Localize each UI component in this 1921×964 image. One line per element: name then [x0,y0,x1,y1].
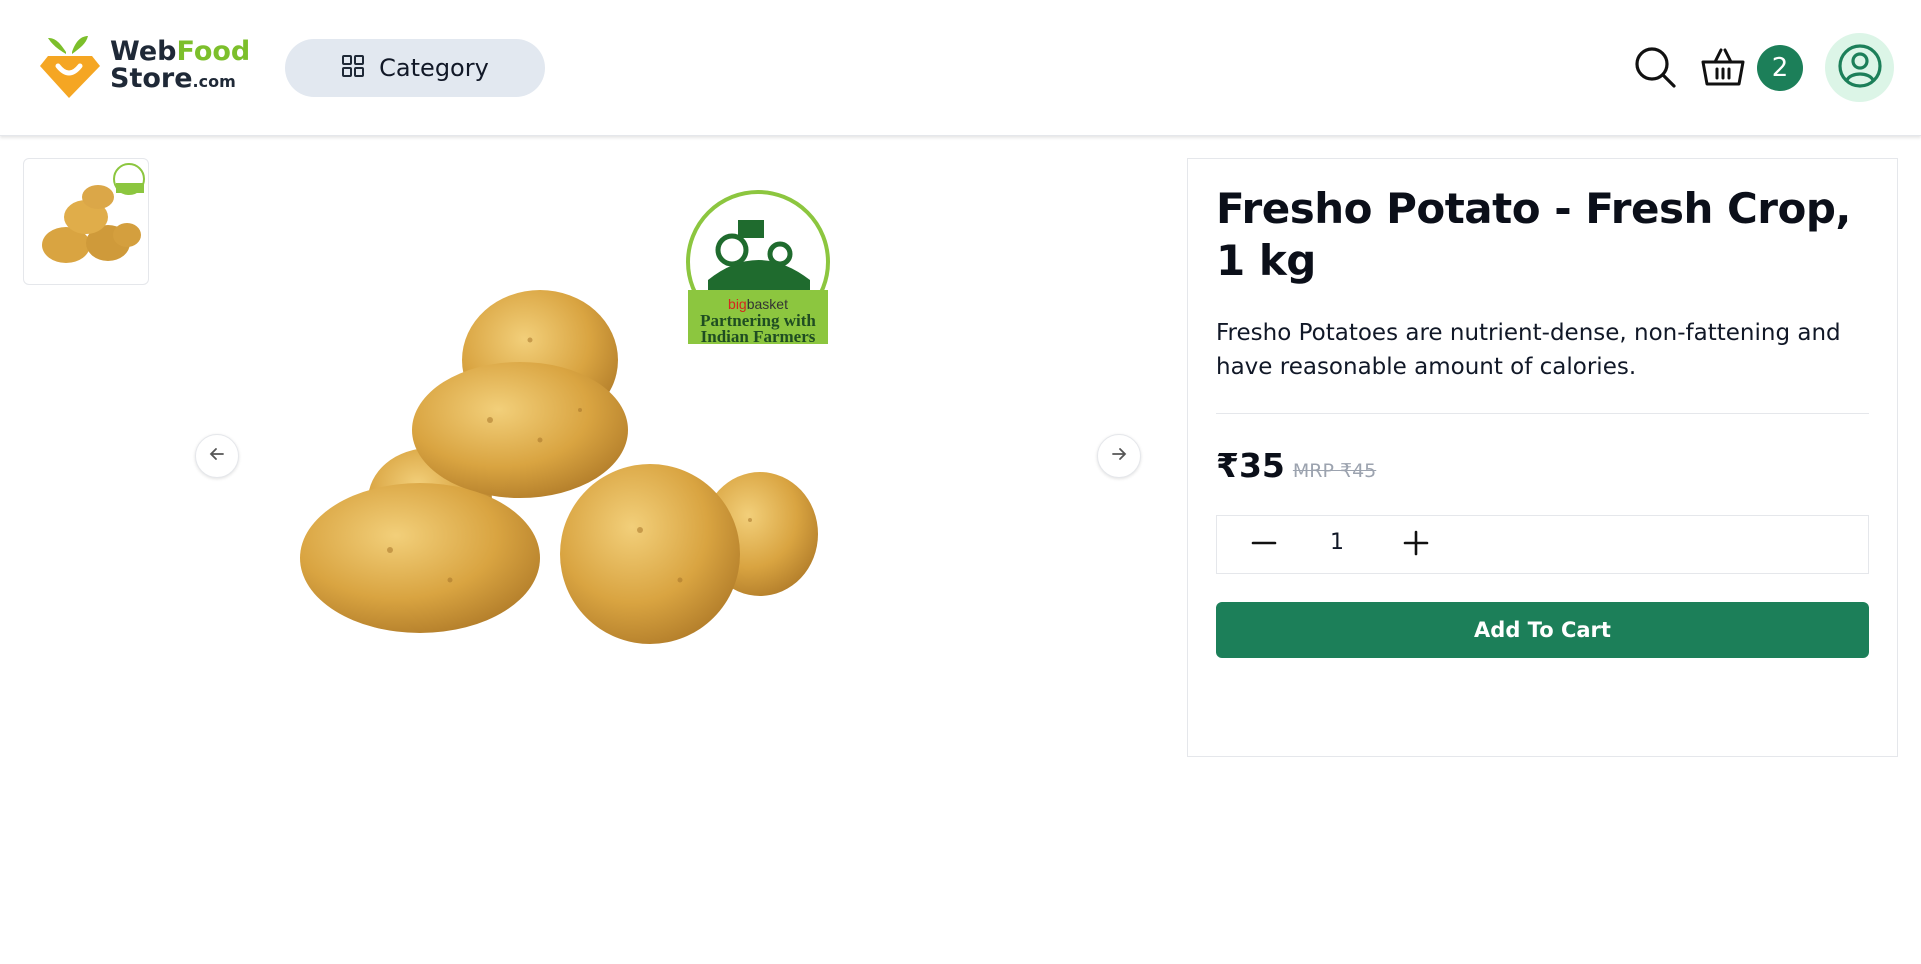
minus-icon [1251,530,1277,560]
product-price: ₹35 [1216,446,1285,485]
product-description: Fresho Potatoes are nutrient-dense, non-… [1216,320,1841,380]
carrot-logo-icon [36,30,106,102]
grid-icon [341,54,365,82]
arrow-left-icon [208,445,226,467]
user-circle-icon [1837,43,1883,93]
site-header: WebFood Store.com Category 2 [0,0,1921,136]
arrow-right-icon [1110,445,1128,467]
search-icon[interactable] [1632,44,1678,90]
category-button[interactable]: Category [285,39,545,97]
price-row: ₹35 MRP ₹45 [1216,446,1376,485]
svg-text:Indian Farmers: Indian Farmers [701,327,816,346]
product-image: bigbasket Partnering with Indian Farmers [280,170,860,670]
svg-text:bigbasket: bigbasket [728,296,788,312]
farmers-badge: bigbasket Partnering with Indian Farmers [686,190,830,346]
add-to-cart-button[interactable]: Add To Cart [1216,602,1869,658]
category-label: Category [379,54,489,82]
logo-wordmark: WebFood Store.com [110,35,251,94]
product-thumbnail[interactable] [23,158,149,285]
previous-image-button[interactable] [195,434,239,478]
quantity-stepper: 1 [1216,515,1869,574]
product-details-panel: Fresho Potato - Fresh Crop, 1 kg Fresho … [1187,158,1898,757]
basket-icon[interactable] [1700,44,1746,90]
quantity-value: 1 [1330,530,1344,555]
next-image-button[interactable] [1097,434,1141,478]
divider [1216,413,1869,414]
cart-count-badge[interactable]: 2 [1757,45,1803,91]
decrease-quantity-button[interactable] [1247,528,1281,562]
site-logo[interactable]: WebFood Store.com [36,30,250,102]
increase-quantity-button[interactable] [1399,528,1433,562]
plus-icon [1403,530,1429,560]
product-mrp: MRP ₹45 [1292,460,1377,482]
account-button[interactable] [1825,33,1894,102]
product-title: Fresho Potato - Fresh Crop, 1 kg [1216,184,1851,285]
